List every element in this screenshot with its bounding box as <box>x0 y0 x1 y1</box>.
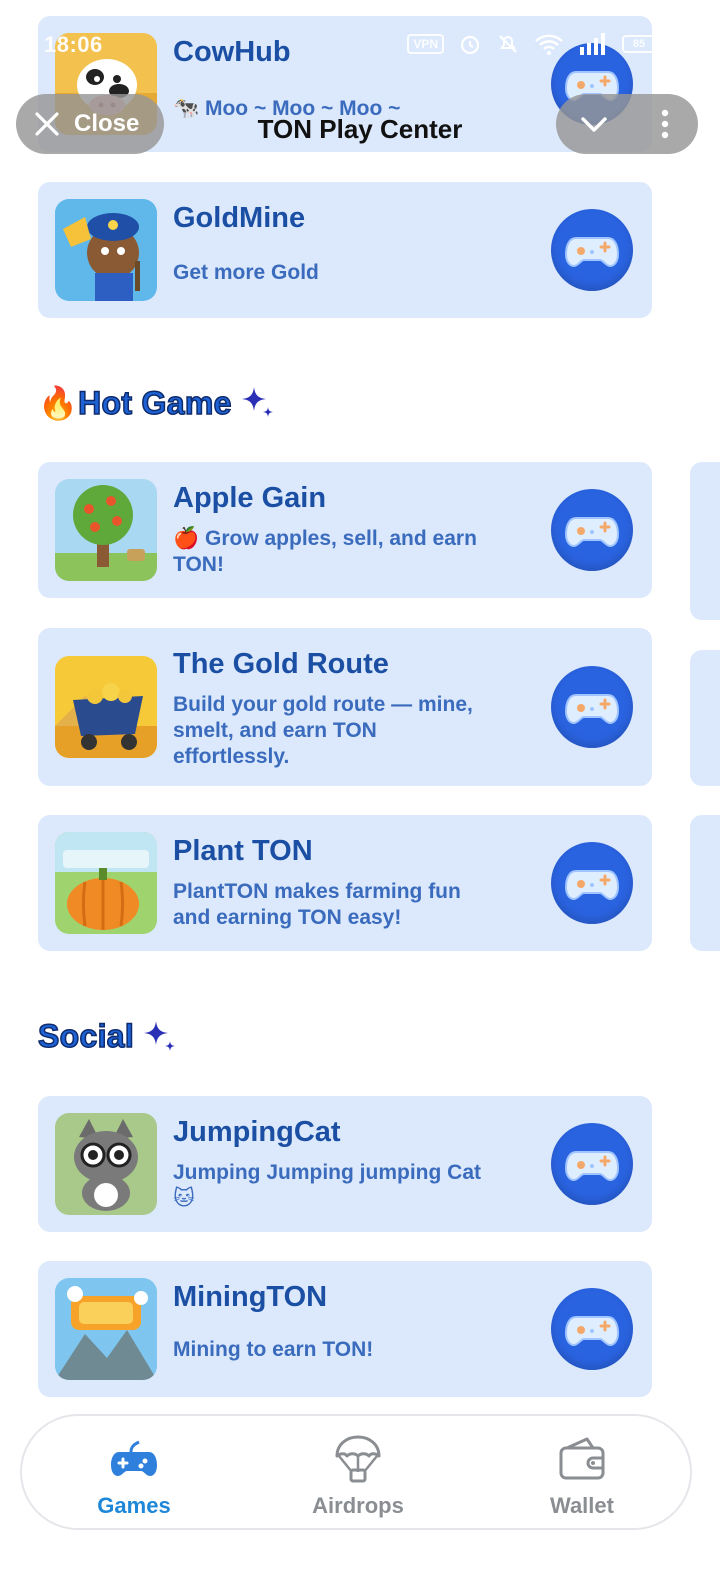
header-actions <box>556 94 698 154</box>
sparkle-icon <box>241 387 273 417</box>
wallet-icon <box>559 1437 605 1480</box>
play-button[interactable] <box>551 1123 633 1205</box>
goldmine-thumbnail <box>55 199 157 301</box>
section-title-text: Social <box>37 1017 135 1055</box>
gamepad-icon <box>564 517 620 548</box>
play-button[interactable] <box>551 1288 633 1370</box>
play-button[interactable] <box>551 666 633 748</box>
gamepad-icon <box>564 1316 620 1347</box>
nav-airdrops[interactable]: Airdrops <box>278 1434 438 1519</box>
section-title-text: 🔥Hot Game <box>37 384 232 422</box>
game-title: Plant TON <box>173 835 313 867</box>
gamepad-icon <box>564 1151 620 1182</box>
close-label: Close <box>74 110 140 137</box>
game-card-mining-ton[interactable]: MiningTON Mining to earn TON! <box>38 1261 652 1397</box>
close-icon <box>35 112 59 136</box>
carousel-next-card[interactable] <box>690 815 720 951</box>
game-card-apple-gain[interactable]: Apple Gain 🍎 Grow apples, sell, and earn… <box>38 462 652 598</box>
bottom-nav: Games Airdrops Wallet <box>20 1414 692 1530</box>
sparkle-icon <box>144 1020 176 1051</box>
game-description: PlantTON makes farming fun and earning T… <box>173 880 461 929</box>
nav-wallet-label: Wallet <box>550 1493 614 1518</box>
game-description: Build your gold route — mine, smelt, and… <box>173 693 473 768</box>
game-description: 🐄 Moo ~ Moo ~ Moo ~ <box>173 97 401 120</box>
play-button[interactable] <box>551 489 633 571</box>
game-title: JumpingCat <box>173 1116 341 1148</box>
game-title: CowHub <box>173 36 291 68</box>
chevron-down-icon <box>581 117 607 132</box>
parachute-icon <box>335 1435 381 1483</box>
nav-games-label: Games <box>97 1493 171 1518</box>
game-description: Mining to earn TON! <box>173 1338 374 1361</box>
jumping-cat-thumbnail <box>55 1113 157 1215</box>
game-description: Jumping Jumping jumping Cat 🐱 <box>173 1161 481 1210</box>
gamepad-icon <box>111 1440 157 1476</box>
close-button[interactable]: Close <box>16 94 164 154</box>
game-card-gold-route[interactable]: The Gold Route Build your gold route — m… <box>38 628 652 786</box>
gamepad-icon <box>564 694 620 725</box>
nav-airdrops-label: Airdrops <box>312 1493 404 1518</box>
plant-ton-thumbnail <box>55 832 157 934</box>
game-title: Apple Gain <box>173 482 327 514</box>
nav-wallet[interactable]: Wallet <box>502 1434 662 1519</box>
game-card-jumping-cat[interactable]: JumpingCat Jumping Jumping jumping Cat 🐱 <box>38 1096 652 1232</box>
gamepad-icon <box>564 237 620 268</box>
play-button[interactable] <box>551 842 633 924</box>
minimize-button[interactable] <box>556 114 632 134</box>
game-card-goldmine[interactable]: GoldMine Get more Gold <box>38 182 652 318</box>
game-description: Get more Gold <box>173 261 319 284</box>
game-description: 🍎 Grow apples, sell, and earn TON! <box>173 527 477 576</box>
more-vertical-icon <box>661 109 669 139</box>
mining-ton-thumbnail <box>55 1278 157 1380</box>
game-title: The Gold Route <box>173 648 389 680</box>
carousel-next-card[interactable] <box>690 650 720 786</box>
app-page: 18:06 VPN 85 Close TON Play Center CowHu… <box>0 0 720 1585</box>
more-menu-button[interactable] <box>632 109 698 139</box>
gold-route-thumbnail <box>55 656 157 758</box>
gamepad-icon <box>564 870 620 901</box>
section-title-social: Social <box>37 1017 178 1055</box>
play-button[interactable] <box>551 209 633 291</box>
game-title: GoldMine <box>173 202 306 234</box>
apple-gain-thumbnail <box>55 479 157 581</box>
game-title: MiningTON <box>173 1281 328 1313</box>
game-card-plant-ton[interactable]: Plant TON PlantTON makes farming fun and… <box>38 815 652 951</box>
section-title-hot-game: 🔥Hot Game <box>37 384 276 422</box>
nav-games[interactable]: Games <box>54 1434 214 1519</box>
carousel-next-card[interactable] <box>690 462 720 620</box>
